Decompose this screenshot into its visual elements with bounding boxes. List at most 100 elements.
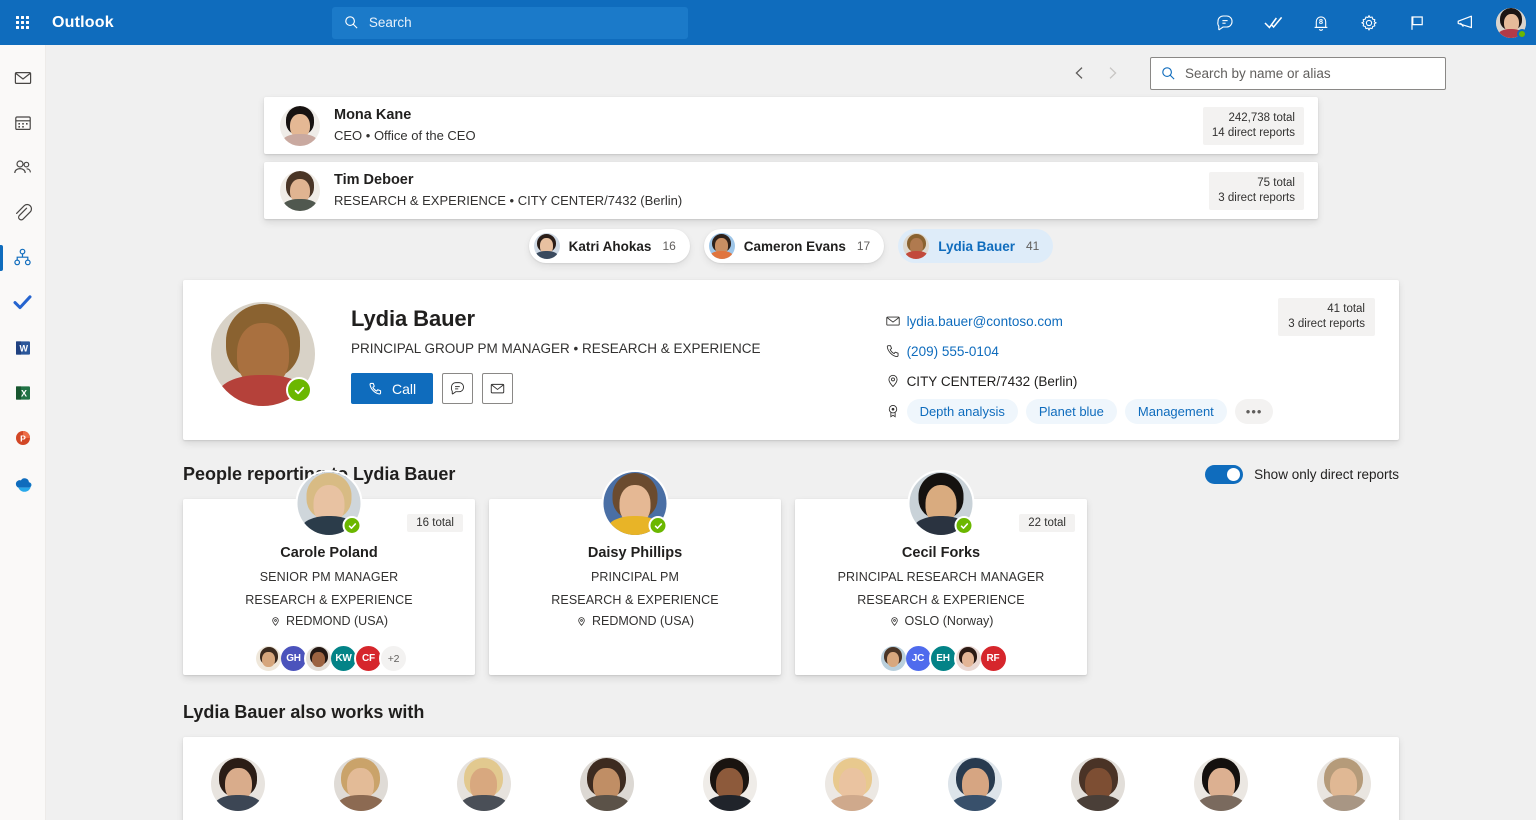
mail-icon: [885, 313, 907, 329]
report-subordinate-avatars[interactable]: GH KW CF +2: [195, 644, 463, 673]
report-location: REDMOND (USA): [592, 614, 694, 628]
notification-bell-icon[interactable]: 8: [1298, 0, 1344, 45]
peer-name: Lydia Bauer: [938, 239, 1015, 254]
report-name: Cecil Forks: [807, 545, 1075, 561]
avatar[interactable]: [604, 472, 667, 535]
works-with-avatar[interactable]: [948, 757, 1002, 811]
sidebar-item-powerpoint[interactable]: P: [0, 415, 46, 460]
peer-pill-katri-ahokas[interactable]: Katri Ahokas 16: [529, 229, 690, 263]
works-with-avatar[interactable]: [825, 757, 879, 811]
global-search-box[interactable]: Search: [332, 7, 688, 39]
gear-icon[interactable]: [1346, 0, 1392, 45]
office-location: CITY CENTER/7432 (Berlin): [907, 374, 1078, 389]
contact-skills-row: Depth analysis Planet blue Management ••…: [885, 396, 1274, 426]
location-pin-icon: [889, 616, 900, 627]
sidebar-item-onedrive[interactable]: [0, 460, 46, 505]
works-with-avatar[interactable]: [580, 757, 634, 811]
phone-icon: [885, 343, 907, 359]
search-icon: [1161, 66, 1176, 81]
report-location: REDMOND (USA): [286, 614, 388, 628]
nav-row: Search by name or alias: [46, 45, 1536, 93]
report-location-row: OSLO (Norway): [807, 614, 1075, 628]
works-with-header: Lydia Bauer also works with: [183, 702, 1399, 723]
toggle-switch[interactable]: [1205, 465, 1243, 484]
app-brand-outlook[interactable]: Outlook: [44, 14, 114, 32]
works-with-avatar[interactable]: [457, 757, 511, 811]
avatar[interactable]: [1496, 8, 1526, 38]
ancestor-direct-reports: 3 direct reports: [1218, 191, 1295, 206]
sidebar-item-to-do[interactable]: [0, 280, 46, 325]
avatar: [903, 233, 929, 259]
ancestor-row-tim-deboer[interactable]: Tim Deboer RESEARCH & EXPERIENCE • CITY …: [264, 162, 1318, 219]
sidebar-item-word[interactable]: W: [0, 325, 46, 370]
sidebar-item-files[interactable]: [0, 190, 46, 235]
sidebar-item-org-explorer[interactable]: [0, 235, 46, 280]
report-location: OSLO (Norway): [905, 614, 994, 628]
report-subordinate-avatars[interactable]: JC EH RF: [807, 644, 1075, 673]
works-with-avatar[interactable]: [1194, 757, 1248, 811]
todo-checkmark-icon: [12, 292, 33, 313]
ancestor-row-mona-kane[interactable]: Mona Kane CEO • Office of the CEO 242,73…: [264, 97, 1318, 154]
sidebar-item-mail[interactable]: [0, 55, 46, 100]
avatar-initials: RF: [979, 644, 1008, 673]
works-with-avatar[interactable]: [1317, 757, 1371, 811]
flag-icon[interactable]: [1394, 0, 1440, 45]
works-with-avatar[interactable]: [703, 757, 757, 811]
avatar: [254, 644, 283, 673]
ancestor-name: Mona Kane: [334, 106, 476, 125]
ancestor-text: Tim Deboer RESEARCH & EXPERIENCE • CITY …: [334, 171, 682, 210]
avatar: [304, 644, 333, 673]
forward-chevron-icon[interactable]: [1096, 57, 1128, 89]
email-link[interactable]: lydia.bauer@contoso.com: [907, 314, 1063, 329]
ancestor-text: Mona Kane CEO • Office of the CEO: [334, 106, 476, 145]
email-button[interactable]: [482, 373, 513, 404]
location-pin-icon: [885, 373, 907, 389]
report-card-carole-poland[interactable]: 16 total Carole Poland SENIOR PM MANAGER…: [183, 499, 475, 675]
svg-text:W: W: [19, 343, 28, 353]
phone-link[interactable]: (209) 555-0104: [907, 344, 999, 359]
profile-avatar[interactable]: [211, 302, 315, 406]
report-count-badge: 16 total: [407, 514, 463, 532]
peer-pill-cameron-evans[interactable]: Cameron Evans 17: [704, 229, 884, 263]
app-launcher-waffle-icon[interactable]: [0, 0, 44, 45]
report-org: RESEARCH & EXPERIENCE: [195, 593, 463, 607]
sidebar-item-excel[interactable]: X: [0, 370, 46, 415]
report-name: Carole Poland: [195, 545, 463, 561]
call-button[interactable]: Call: [351, 373, 433, 404]
onedrive-cloud-icon: [12, 472, 34, 494]
chat-button[interactable]: [442, 373, 473, 404]
report-role: SENIOR PM MANAGER: [195, 570, 463, 584]
org-chart-icon: [12, 247, 33, 268]
direct-reports-toggle[interactable]: Show only direct reports: [1205, 465, 1399, 484]
skill-tags-overflow-button[interactable]: •••: [1235, 399, 1274, 424]
report-card-daisy-phillips[interactable]: Daisy Phillips PRINCIPAL PM RESEARCH & E…: [489, 499, 781, 675]
avatar[interactable]: [298, 472, 361, 535]
sidebar-item-people[interactable]: [0, 145, 46, 190]
report-role: PRINCIPAL RESEARCH MANAGER: [807, 570, 1075, 584]
avatar: [534, 233, 560, 259]
report-location-row: REDMOND (USA): [501, 614, 769, 628]
call-button-label: Call: [392, 381, 416, 397]
works-with-avatar[interactable]: [1071, 757, 1125, 811]
peer-pill-lydia-bauer[interactable]: Lydia Bauer 41: [898, 229, 1053, 263]
works-with-avatar[interactable]: [334, 757, 388, 811]
back-chevron-icon[interactable]: [1064, 57, 1096, 89]
megaphone-icon[interactable]: [1442, 0, 1488, 45]
skill-tag[interactable]: Planet blue: [1026, 399, 1117, 424]
chat-icon[interactable]: [1202, 0, 1248, 45]
search-input[interactable]: Search by name or alias: [1150, 57, 1446, 90]
presence-available-badge: [955, 516, 974, 535]
mail-icon: [13, 68, 33, 88]
skill-tag[interactable]: Management: [1125, 399, 1227, 424]
works-with-avatar[interactable]: [211, 757, 265, 811]
sidebar-item-calendar[interactable]: [0, 100, 46, 145]
location-pin-icon: [270, 616, 281, 627]
presence-available-badge: [286, 377, 312, 403]
skill-tag[interactable]: Depth analysis: [907, 399, 1018, 424]
powerpoint-icon: P: [13, 428, 33, 448]
avatar[interactable]: [910, 472, 973, 535]
report-location-row: REDMOND (USA): [195, 614, 463, 628]
peer-name: Cameron Evans: [744, 239, 846, 254]
report-card-cecil-forks[interactable]: 22 total Cecil Forks PRINCIPAL RESEARCH …: [795, 499, 1087, 675]
todo-checkmark-icon[interactable]: [1250, 0, 1296, 45]
